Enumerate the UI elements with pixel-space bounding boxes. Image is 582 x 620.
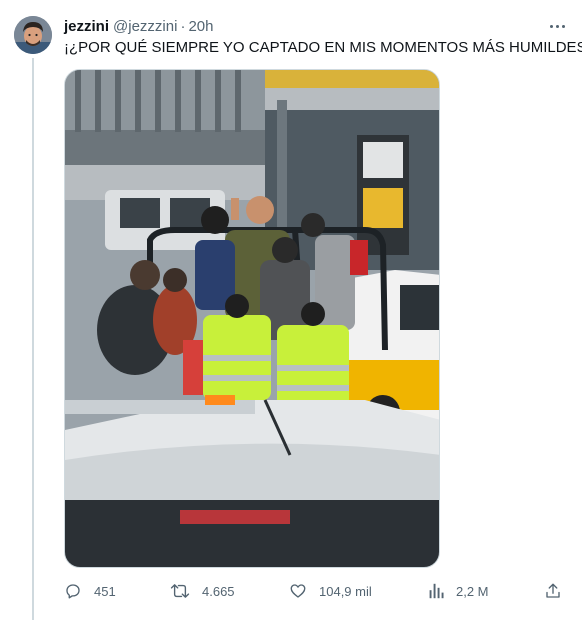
action-bar: 451 4.665 104,9 mil 2,2 M (64, 580, 564, 602)
repost-icon (170, 584, 190, 598)
share-icon (546, 583, 560, 598)
repost-count: 4.665 (202, 583, 235, 599)
tweet-timestamp[interactable]: 20h (188, 18, 213, 35)
like-count: 104,9 mil (319, 583, 372, 599)
repost-button[interactable]: 4.665 (170, 580, 235, 602)
tweet-header: jezzini @jezzzini · 20h (64, 16, 213, 36)
views-count: 2,2 M (456, 583, 489, 599)
reply-count: 451 (94, 583, 116, 599)
header-separator: · (180, 17, 186, 35)
views-button[interactable]: 2,2 M (428, 580, 489, 602)
reply-button[interactable]: 451 (64, 580, 116, 602)
like-icon (290, 584, 306, 598)
reply-icon (66, 584, 80, 599)
author-name[interactable]: jezzini (64, 18, 109, 35)
avatar[interactable] (14, 16, 52, 54)
tweet-media[interactable] (64, 69, 440, 568)
thread-line (32, 58, 34, 620)
author-handle[interactable]: @jezzzini (113, 18, 177, 35)
views-icon (429, 583, 444, 599)
like-button[interactable]: 104,9 mil (289, 580, 372, 602)
share-button[interactable] (544, 580, 562, 602)
more-icon[interactable] (540, 16, 574, 36)
tweet-text: ¡¿POR QUÉ SIEMPRE YO CAPTADO EN MIS MOME… (64, 39, 582, 56)
